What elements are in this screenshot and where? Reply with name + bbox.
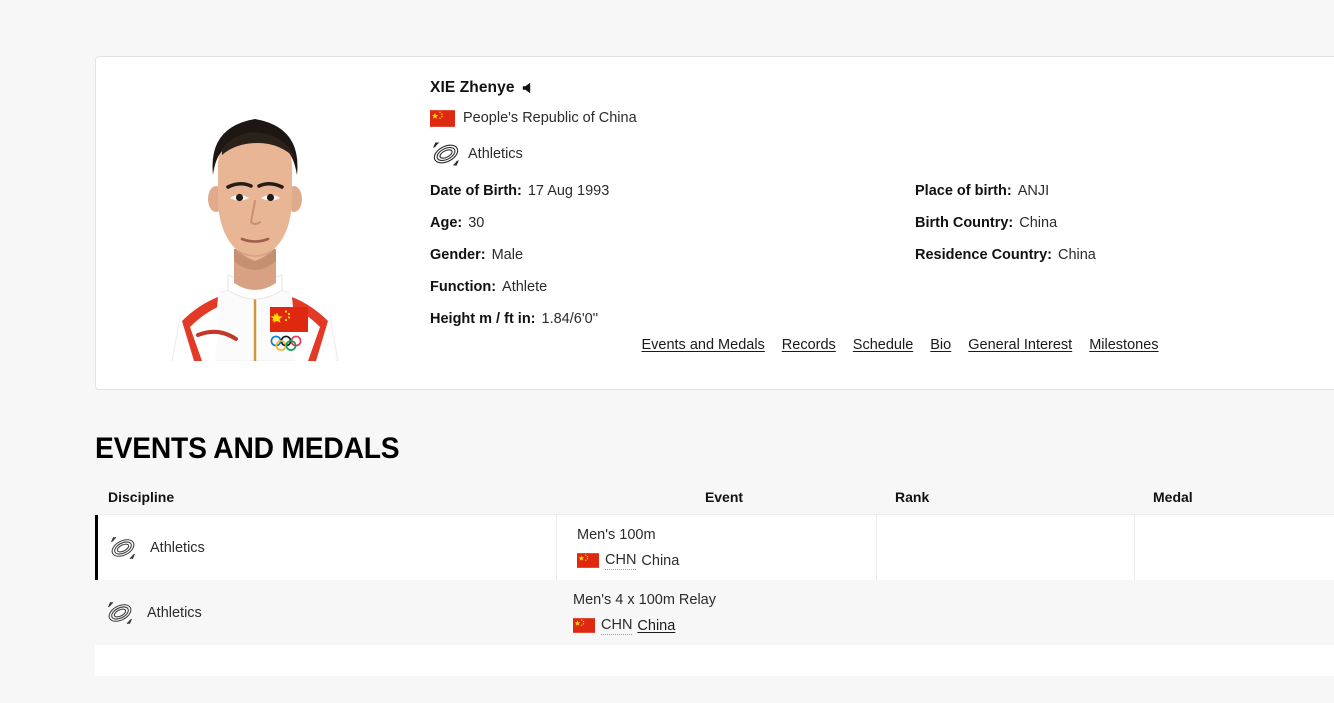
athletics-pictogram-icon: [430, 139, 462, 169]
column-header-rank: Rank: [895, 489, 930, 505]
athlete-fields-left: Date of Birth: 17 Aug 1993 Age: 30 Gende…: [430, 183, 609, 343]
table-header-row: Discipline Event Rank Medal: [95, 480, 1334, 515]
events-and-medals-table: Discipline Event Rank Medal Athletics Me…: [95, 480, 1334, 676]
athlete-photo: [110, 71, 400, 361]
column-header-medal: Medal: [1153, 489, 1193, 505]
field-label: Place of birth:: [915, 183, 1012, 199]
cell-discipline: Athletics: [98, 515, 556, 580]
athlete-tabs: Events and Medals Records Schedule Bio G…: [430, 337, 1334, 353]
athlete-country-label: People's Republic of China: [463, 110, 637, 126]
athlete-name: XIE Zhenye: [430, 79, 515, 96]
field-label: Residence Country:: [915, 247, 1052, 263]
cell-event: Men's 100m CHN China: [556, 515, 876, 580]
speaker-icon[interactable]: [521, 81, 535, 95]
field-birth-country: Birth Country: China: [915, 215, 1096, 247]
table-row-empty: [95, 645, 1334, 676]
athlete-sport-label: Athletics: [468, 146, 523, 162]
china-flag-icon: [573, 618, 595, 633]
field-value: China: [1019, 215, 1058, 231]
event-country: CHN China: [573, 616, 873, 635]
field-age: Age: 30: [430, 215, 609, 247]
field-value: 30: [468, 215, 485, 231]
field-function: Function: Athlete: [430, 279, 609, 311]
cell-event: Men's 4 x 100m Relay CHN China: [553, 580, 873, 645]
cell-rank: [876, 515, 1134, 580]
cell-discipline: Athletics: [95, 580, 553, 645]
tab-bio[interactable]: Bio: [930, 337, 951, 353]
field-label: Function:: [430, 279, 497, 295]
athlete-profile-card: XIE Zhenye People's Republic of China At…: [95, 56, 1334, 390]
athlete-name-row: XIE Zhenye: [430, 79, 1334, 97]
column-header-discipline: Discipline: [108, 489, 175, 505]
events-and-medals-title: EVENTS AND MEDALS: [95, 432, 400, 465]
athlete-portrait-image: [110, 71, 400, 361]
china-flag-icon: [577, 553, 599, 568]
cell-rank: [873, 580, 1131, 645]
field-value: China: [1057, 247, 1096, 263]
field-value: ANJI: [1017, 183, 1050, 199]
tab-milestones[interactable]: Milestones: [1089, 337, 1158, 353]
china-flag-icon: [430, 109, 455, 127]
field-date-of-birth: Date of Birth: 17 Aug 1993: [430, 183, 609, 215]
field-gender: Gender: Male: [430, 247, 609, 279]
country-name-link[interactable]: China: [637, 617, 675, 635]
field-label: Height m / ft in:: [430, 311, 536, 327]
athlete-country-row: People's Republic of China: [430, 108, 1334, 128]
country-name: China: [641, 552, 680, 569]
table-row[interactable]: Athletics Men's 100m CHN China: [95, 515, 1334, 580]
field-label: Date of Birth:: [430, 183, 522, 199]
discipline-label: Athletics: [150, 539, 205, 556]
noc-code: CHN: [605, 552, 637, 570]
field-residence-country: Residence Country: China: [915, 247, 1096, 279]
field-label: Birth Country:: [915, 215, 1014, 231]
tab-schedule[interactable]: Schedule: [853, 337, 913, 353]
event-label: Men's 4 x 100m Relay: [573, 592, 716, 608]
event-label: Men's 100m: [577, 527, 656, 543]
cell-medal: [1134, 515, 1334, 580]
athlete-fields-right: Place of birth: ANJI Birth Country: Chin…: [915, 183, 1096, 279]
discipline-label: Athletics: [147, 604, 202, 621]
tab-events-and-medals[interactable]: Events and Medals: [641, 337, 764, 353]
table-row[interactable]: Athletics Men's 4 x 100m Relay CHN China: [95, 580, 1334, 645]
cell-medal: [1131, 580, 1334, 645]
field-value: Male: [491, 247, 524, 263]
athlete-sport-row: Athletics: [430, 138, 1334, 170]
column-header-event: Event: [704, 489, 744, 505]
field-label: Gender:: [430, 247, 486, 263]
field-place-of-birth: Place of birth: ANJI: [915, 183, 1096, 215]
athlete-fields: Date of Birth: 17 Aug 1993 Age: 30 Gende…: [430, 183, 1334, 343]
field-value: 17 Aug 1993: [527, 183, 610, 199]
field-value: Athlete: [502, 279, 548, 295]
tab-general-interest[interactable]: General Interest: [968, 337, 1072, 353]
tab-records[interactable]: Records: [782, 337, 836, 353]
noc-code: CHN: [601, 617, 633, 635]
field-value: 1.84/6'0'': [541, 311, 599, 327]
athletics-pictogram-icon: [108, 534, 138, 562]
event-country: CHN China: [577, 551, 876, 570]
athlete-info-column: XIE Zhenye People's Republic of China At…: [430, 79, 1334, 343]
athletics-pictogram-icon: [105, 599, 135, 627]
field-label: Age:: [430, 215, 463, 231]
